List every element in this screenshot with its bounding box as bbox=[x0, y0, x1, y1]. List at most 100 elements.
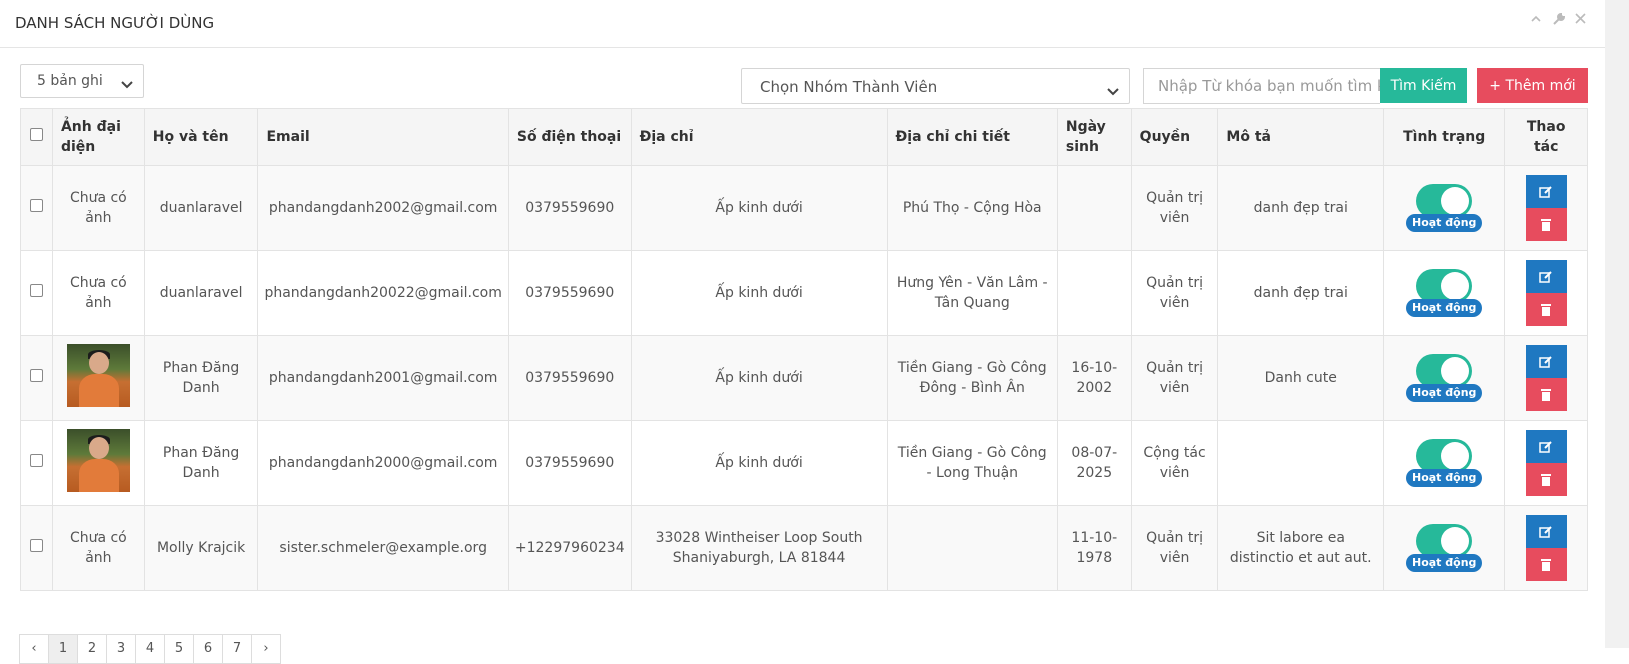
name-cell: Phan Đăng Danh bbox=[143, 335, 259, 421]
row-checkbox[interactable] bbox=[29, 284, 43, 297]
search-button[interactable]: Tìm Kiếm bbox=[1380, 68, 1467, 103]
toggle-knob bbox=[1441, 357, 1470, 385]
pagination-page[interactable]: 6 bbox=[193, 634, 223, 664]
pagination-page[interactable]: 4 bbox=[135, 634, 165, 664]
status-cell: Hoạt động bbox=[1383, 505, 1506, 591]
row-checkbox[interactable] bbox=[29, 369, 43, 382]
pagination-page[interactable]: 3 bbox=[106, 634, 136, 664]
edit-icon bbox=[1539, 270, 1552, 283]
edit-button[interactable] bbox=[1525, 345, 1567, 378]
toggle-knob bbox=[1441, 442, 1470, 470]
edit-button[interactable] bbox=[1525, 515, 1567, 548]
birthday-cell: 08-07-2025 bbox=[1056, 420, 1132, 506]
row-checkbox[interactable] bbox=[29, 539, 43, 552]
table-row: Phan Đăng Danh phandangdanh2001@gmail.co… bbox=[20, 335, 1588, 421]
birthday-cell: 16-10-2002 bbox=[1056, 335, 1132, 421]
status-toggle-group: Hoạt động bbox=[1406, 524, 1483, 572]
description-cell bbox=[1217, 420, 1385, 506]
header-role: Quyền bbox=[1130, 108, 1219, 166]
status-cell: Hoạt động bbox=[1383, 250, 1506, 336]
delete-button[interactable] bbox=[1525, 293, 1567, 326]
row-checkbox[interactable] bbox=[29, 454, 43, 467]
pagination-page[interactable]: 1 bbox=[48, 634, 78, 664]
avatar-cell: Chưa có ảnh bbox=[51, 250, 145, 336]
email-cell: phandangdanh2002@gmail.com bbox=[257, 165, 509, 251]
panel-tools bbox=[1529, 12, 1587, 29]
search-input[interactable] bbox=[1143, 68, 1380, 104]
header-address-detail: Địa chỉ chi tiết bbox=[886, 108, 1058, 166]
wrench-icon[interactable] bbox=[1551, 12, 1565, 29]
status-toggle[interactable] bbox=[1416, 354, 1473, 388]
pagination-page[interactable]: 2 bbox=[77, 634, 107, 664]
name-cell: duanlaravel bbox=[143, 165, 259, 251]
role-cell: Quản trị viên bbox=[1130, 335, 1219, 421]
pagination-page[interactable]: 5 bbox=[164, 634, 194, 664]
chevron-up-icon[interactable] bbox=[1529, 13, 1543, 29]
address-detail-cell: Hưng Yên - Văn Lâm - Tân Quang bbox=[886, 250, 1058, 336]
records-per-page-select[interactable]: 5 bản ghi bbox=[20, 64, 144, 98]
address-cell: Ấp kinh dưới bbox=[630, 250, 888, 336]
avatar-cell: Chưa có ảnh bbox=[51, 165, 145, 251]
status-toggle[interactable] bbox=[1416, 524, 1473, 558]
row-actions bbox=[1525, 345, 1567, 411]
row-checkbox[interactable] bbox=[29, 199, 43, 212]
status-toggle[interactable] bbox=[1416, 269, 1473, 303]
header-phone: Số điện thoại bbox=[507, 108, 632, 166]
toggle-knob bbox=[1441, 187, 1470, 215]
status-badge: Hoạt động bbox=[1406, 384, 1483, 402]
address-cell: 33028 Wintheiser Loop South Shaniyaburgh… bbox=[630, 505, 888, 591]
role-cell: Quản trị viên bbox=[1130, 505, 1219, 591]
page-title: DANH SÁCH NGƯỜI DÙNG bbox=[15, 14, 215, 32]
records-per-page-value: 5 bản ghi bbox=[37, 73, 103, 89]
description-cell: danh đẹp trai bbox=[1217, 250, 1385, 336]
status-badge: Hoạt động bbox=[1406, 554, 1483, 572]
phone-cell: 0379559690 bbox=[507, 335, 632, 421]
pagination-prev[interactable]: ‹ bbox=[19, 634, 49, 664]
avatar-cell bbox=[51, 420, 145, 506]
birthday-cell bbox=[1056, 165, 1132, 251]
member-group-select[interactable]: Chọn Nhóm Thành Viên bbox=[741, 68, 1130, 104]
pagination-next[interactable]: › bbox=[251, 634, 281, 664]
edit-icon bbox=[1539, 355, 1552, 368]
email-cell: phandangdanh20022@gmail.com bbox=[257, 250, 509, 336]
address-cell: Ấp kinh dưới bbox=[630, 420, 888, 506]
close-icon[interactable] bbox=[1573, 13, 1587, 29]
add-new-button[interactable]: + Thêm mới bbox=[1477, 68, 1588, 103]
avatar-cell bbox=[51, 335, 145, 421]
toggle-knob bbox=[1441, 272, 1470, 300]
edit-button[interactable] bbox=[1525, 175, 1567, 208]
birthday-cell: 11-10-1978 bbox=[1056, 505, 1132, 591]
edit-button[interactable] bbox=[1525, 430, 1567, 463]
edit-button[interactable] bbox=[1525, 260, 1567, 293]
status-toggle[interactable] bbox=[1416, 184, 1473, 218]
row-select-cell bbox=[20, 165, 53, 251]
address-cell: Ấp kinh dưới bbox=[630, 165, 888, 251]
select-all-checkbox[interactable] bbox=[29, 128, 43, 141]
actions-cell bbox=[1504, 420, 1588, 506]
address-detail-cell bbox=[886, 505, 1058, 591]
row-actions bbox=[1525, 260, 1567, 326]
status-badge: Hoạt động bbox=[1406, 214, 1483, 232]
row-actions bbox=[1525, 515, 1567, 581]
pagination-page[interactable]: 7 bbox=[222, 634, 252, 664]
email-cell: sister.schmeler@example.org bbox=[257, 505, 509, 591]
header-avatar: Ảnh đại diện bbox=[51, 108, 145, 166]
row-select-cell bbox=[20, 250, 53, 336]
header-actions: Thao tác bbox=[1504, 108, 1588, 166]
description-cell: danh đẹp trai bbox=[1217, 165, 1385, 251]
phone-cell: 0379559690 bbox=[507, 250, 632, 336]
delete-button[interactable] bbox=[1525, 548, 1567, 581]
pagination: ‹ 1 2 3 4 5 6 7 › bbox=[19, 634, 281, 664]
role-cell: Quản trị viên bbox=[1130, 250, 1219, 336]
status-badge: Hoạt động bbox=[1406, 299, 1483, 317]
status-toggle-group: Hoạt động bbox=[1406, 184, 1483, 232]
status-cell: Hoạt động bbox=[1383, 420, 1506, 506]
delete-button[interactable] bbox=[1525, 208, 1567, 241]
delete-button[interactable] bbox=[1525, 378, 1567, 411]
status-toggle[interactable] bbox=[1416, 439, 1473, 473]
delete-button[interactable] bbox=[1525, 463, 1567, 496]
description-cell: Danh cute bbox=[1217, 335, 1385, 421]
table-row: Chưa có ảnh Molly Krajcik sister.schmele… bbox=[20, 505, 1588, 591]
header-status: Tình trạng bbox=[1383, 108, 1506, 166]
page-scrollbar[interactable] bbox=[1605, 0, 1629, 648]
